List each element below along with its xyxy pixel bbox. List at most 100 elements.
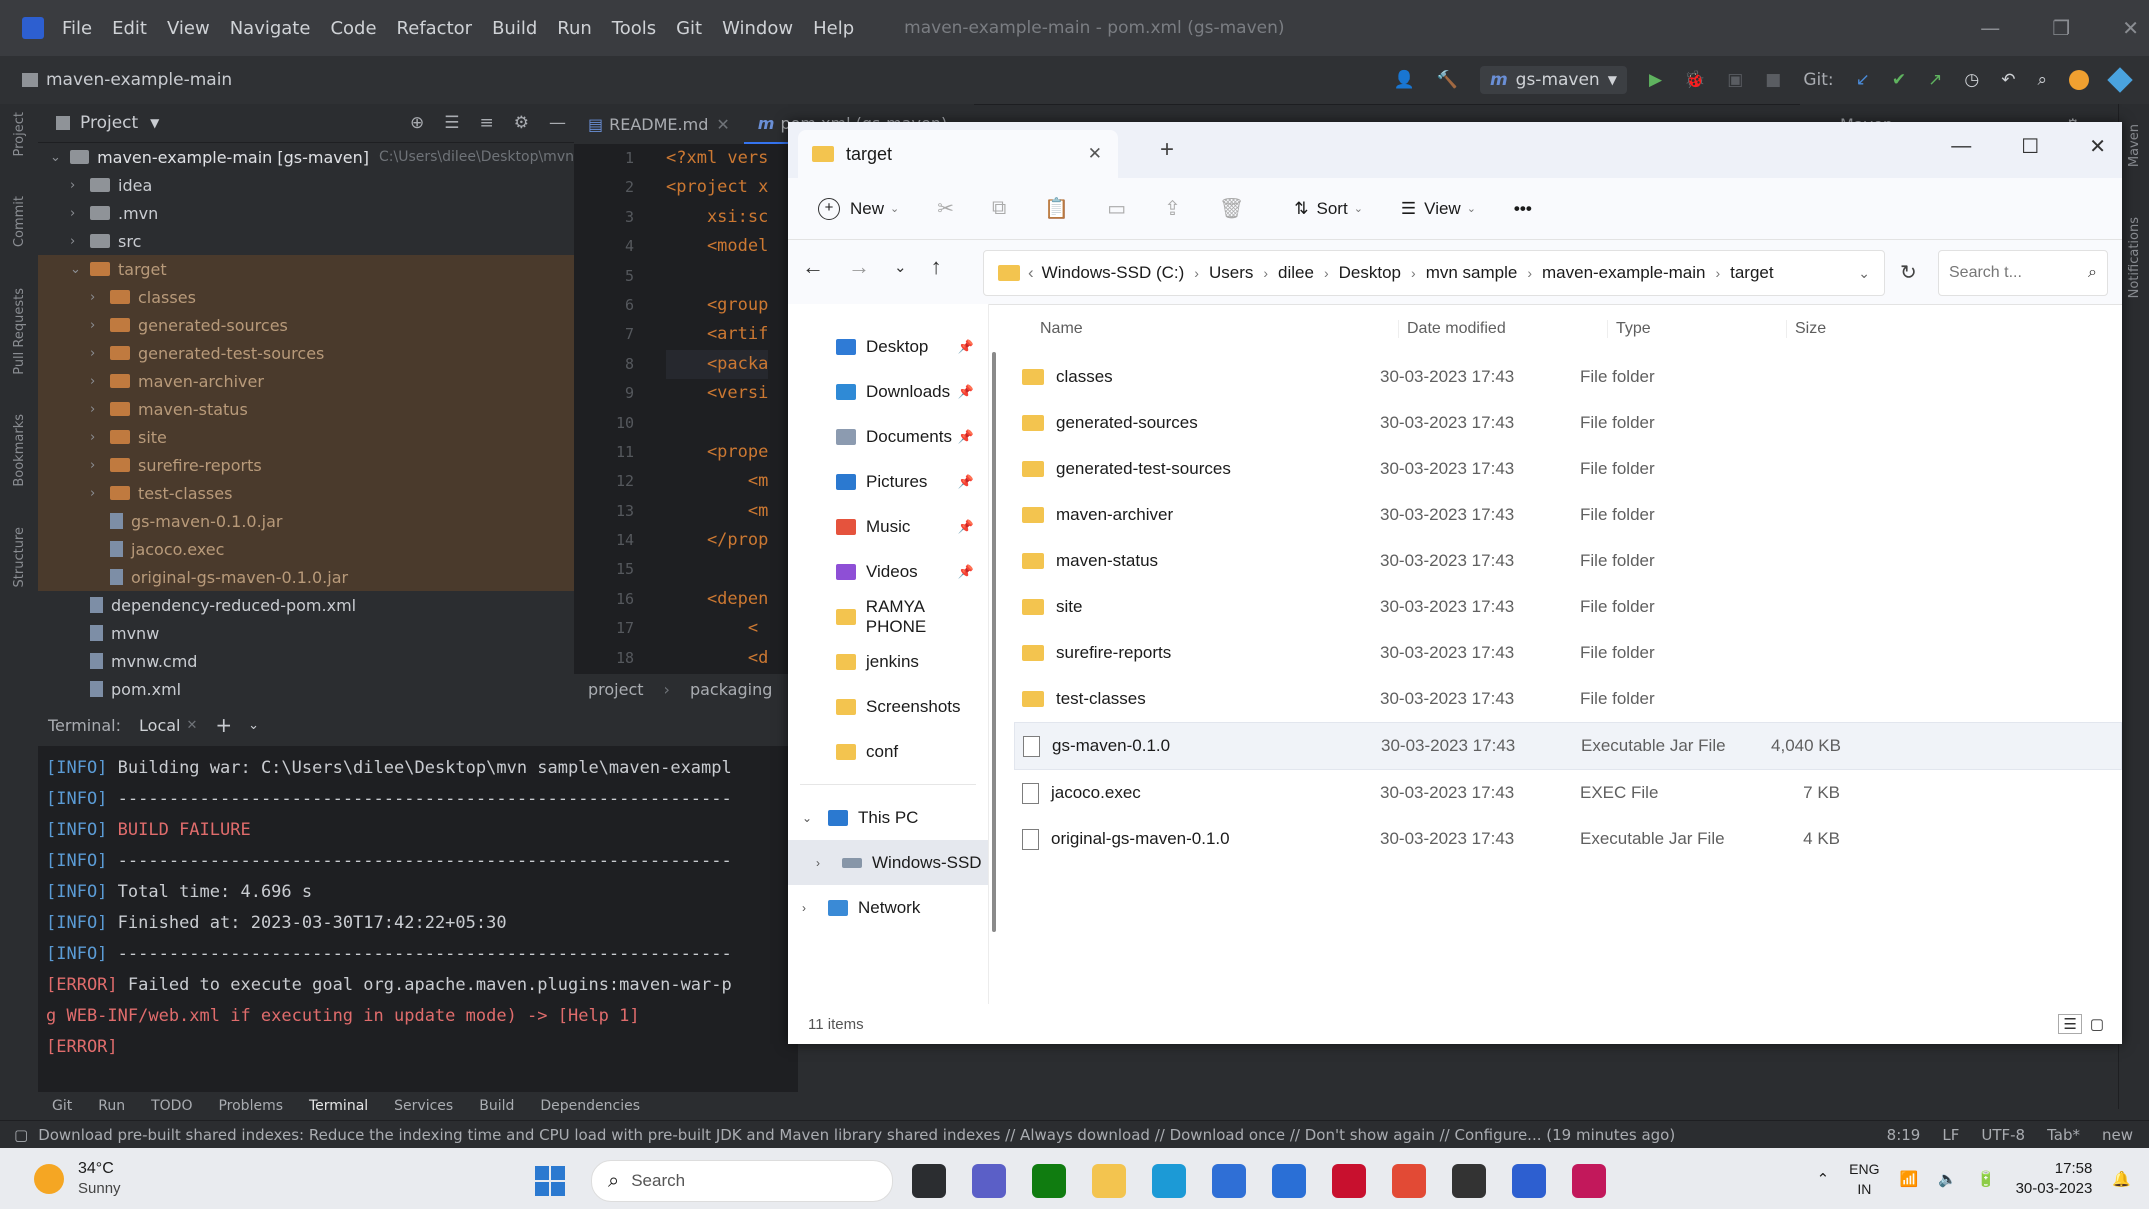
forward-arrow-icon[interactable]: → (848, 254, 870, 280)
menu-view[interactable]: View (167, 18, 210, 39)
code-line[interactable]: <packa (666, 349, 769, 380)
menu-build[interactable]: Build (492, 18, 537, 39)
tree-item[interactable]: mvnw (38, 619, 574, 647)
chrome-icon[interactable] (1392, 1164, 1426, 1198)
toolwindow-terminal[interactable]: Terminal (309, 1098, 368, 1114)
tree-root[interactable]: ⌄ maven-example-main [gs-maven] C:\Users… (38, 143, 574, 171)
column-size[interactable]: Size (1786, 320, 1875, 338)
history-icon[interactable]: ◷ (1964, 70, 1979, 90)
close-button[interactable]: ✕ (2122, 16, 2139, 40)
sort-button[interactable]: ⇅ Sort ⌄ (1294, 199, 1363, 219)
run-config-dropdown[interactable]: m gs-maven ▼ (1479, 66, 1627, 94)
tiles-view-icon[interactable]: ▢ (2090, 1015, 2104, 1033)
pin-icon[interactable]: 📌 (958, 429, 974, 445)
git-commit-icon[interactable]: ✔ (1892, 70, 1906, 90)
nav-network[interactable]: › Network (788, 885, 988, 930)
tree-item[interactable]: jacoco.exec (38, 535, 574, 563)
toolwindow-problems[interactable]: Problems (218, 1098, 283, 1114)
tree-item[interactable]: › site (38, 423, 574, 451)
rename-icon[interactable]: ▭ (1107, 196, 1126, 221)
intellij-icon[interactable] (1512, 1164, 1546, 1198)
clock[interactable]: 17:58 30-03-2023 (2016, 1159, 2093, 1199)
code-line[interactable]: < (666, 614, 768, 643)
close-icon[interactable]: ✕ (186, 718, 197, 733)
code-line[interactable]: <prope (666, 438, 768, 467)
file-row[interactable]: generated-sources 30-03-2023 17:43 File fo… (1014, 400, 2122, 446)
nav-item-pictures[interactable]: Pictures 📌 (788, 459, 988, 504)
file-row[interactable]: surefire-reports 30-03-2023 17:43 File fol… (1014, 630, 2122, 676)
toolwindow-services[interactable]: Services (394, 1098, 453, 1114)
wifi-icon[interactable]: 📶 (1900, 1170, 1919, 1188)
details-view-icon[interactable]: ☰ (2058, 1014, 2082, 1034)
chevron-down-icon[interactable]: ⌄ (248, 718, 259, 733)
tree-item[interactable]: › test-classes (38, 479, 574, 507)
gear-icon[interactable]: ⚙ (514, 113, 529, 133)
right-strip-notifications[interactable]: Notifications (2127, 217, 2142, 298)
battery-icon[interactable]: 🔋 (1977, 1170, 1996, 1188)
updates-icon[interactable] (2069, 70, 2089, 90)
nav-item-documents[interactable]: Documents 📌 (788, 414, 988, 459)
breadcrumb-packaging[interactable]: packaging (690, 680, 772, 699)
code-line[interactable]: <?xml vers (666, 144, 768, 173)
refresh-icon[interactable]: ↻ (1900, 260, 1917, 285)
tree-item[interactable]: › maven-archiver (38, 367, 574, 395)
tree-item[interactable]: › surefire-reports (38, 451, 574, 479)
menu-refactor[interactable]: Refactor (397, 18, 473, 39)
breadcrumb-segment[interactable]: Desktop (1339, 263, 1401, 283)
menu-git[interactable]: Git (676, 18, 702, 39)
terminal-output[interactable]: [INFO] Building war: C:\Users\dilee\Desk… (38, 747, 798, 1063)
run-icon[interactable]: ▶ (1649, 70, 1662, 90)
project-name[interactable]: maven-example-main (46, 70, 232, 90)
code-line[interactable]: <model (666, 232, 768, 261)
code-line[interactable]: <m (666, 497, 768, 526)
maximize-button[interactable]: ❐ (2052, 16, 2070, 40)
tree-item[interactable]: › idea (38, 171, 574, 199)
nav-windows-ssd[interactable]: › Windows-SSD (788, 840, 988, 885)
tree-item[interactable]: dependency-reduced-pom.xml (38, 591, 574, 619)
status-item[interactable]: 8:19 (1887, 1126, 1921, 1144)
new-tab-button[interactable]: + (1160, 136, 1174, 164)
menu-help[interactable]: Help (813, 18, 854, 39)
edge-icon[interactable] (1152, 1164, 1186, 1198)
terminal-tab-local[interactable]: Local ✕ (139, 716, 197, 735)
overflow-chevron-icon[interactable]: ‹ (1028, 263, 1034, 283)
code-line[interactable] (666, 409, 768, 438)
file-manager-icon[interactable] (912, 1164, 946, 1198)
breadcrumb-project[interactable]: project (588, 680, 644, 699)
pin-icon[interactable]: 📌 (958, 384, 974, 400)
breadcrumb-segment[interactable]: mvn sample (1426, 263, 1518, 283)
code-line[interactable]: <artif (666, 320, 768, 349)
locate-icon[interactable]: ⊕ (410, 113, 424, 133)
copy-icon[interactable]: ⧉ (992, 197, 1006, 220)
tree-item[interactable]: › classes (38, 283, 574, 311)
taskbar-search[interactable]: ⌕ Search (591, 1160, 893, 1202)
notification-bell-icon[interactable]: 🔔 (2112, 1170, 2131, 1188)
close-tab-icon[interactable]: ✕ (1088, 144, 1102, 164)
tree-item[interactable]: mvnw.cmd (38, 647, 574, 675)
hidden-icons-chevron-icon[interactable]: ⌃ (1817, 1170, 1830, 1188)
code-line[interactable]: xsi:sc (666, 203, 768, 232)
project-panel-title[interactable]: Project (80, 113, 138, 133)
toolwindow-run[interactable]: Run (98, 1098, 125, 1114)
cut-icon[interactable]: ✂ (937, 196, 954, 221)
plugin-icon[interactable] (2107, 67, 2133, 93)
pin-icon[interactable]: 📌 (958, 564, 974, 580)
breadcrumb-segment[interactable]: target (1730, 263, 1773, 283)
toolwindow-todo[interactable]: TODO (151, 1098, 192, 1114)
collapse-all-icon[interactable]: ≡ (480, 113, 494, 133)
event-icon[interactable]: ▢ (14, 1126, 28, 1144)
teams-icon[interactable] (1272, 1164, 1306, 1198)
share-icon[interactable]: ⇪ (1164, 196, 1181, 221)
code-line[interactable] (666, 262, 768, 291)
code-line[interactable]: <versi (666, 379, 768, 408)
file-row[interactable]: generated-test-sources 30-03-2023 17:43 Fi… (1014, 446, 2122, 492)
nav-item-conf[interactable]: conf (788, 729, 988, 774)
toolwindow-build[interactable]: Build (479, 1098, 514, 1114)
xbox-icon[interactable] (1032, 1164, 1066, 1198)
chat-icon[interactable] (972, 1164, 1006, 1198)
status-item[interactable]: Tab* (2047, 1126, 2080, 1144)
tree-item[interactable]: gs-maven-0.1.0.jar (38, 507, 574, 535)
menu-window[interactable]: Window (722, 18, 793, 39)
breadcrumb-segment[interactable]: dilee (1278, 263, 1314, 283)
address-dropdown-icon[interactable]: ⌄ (1858, 265, 1870, 282)
